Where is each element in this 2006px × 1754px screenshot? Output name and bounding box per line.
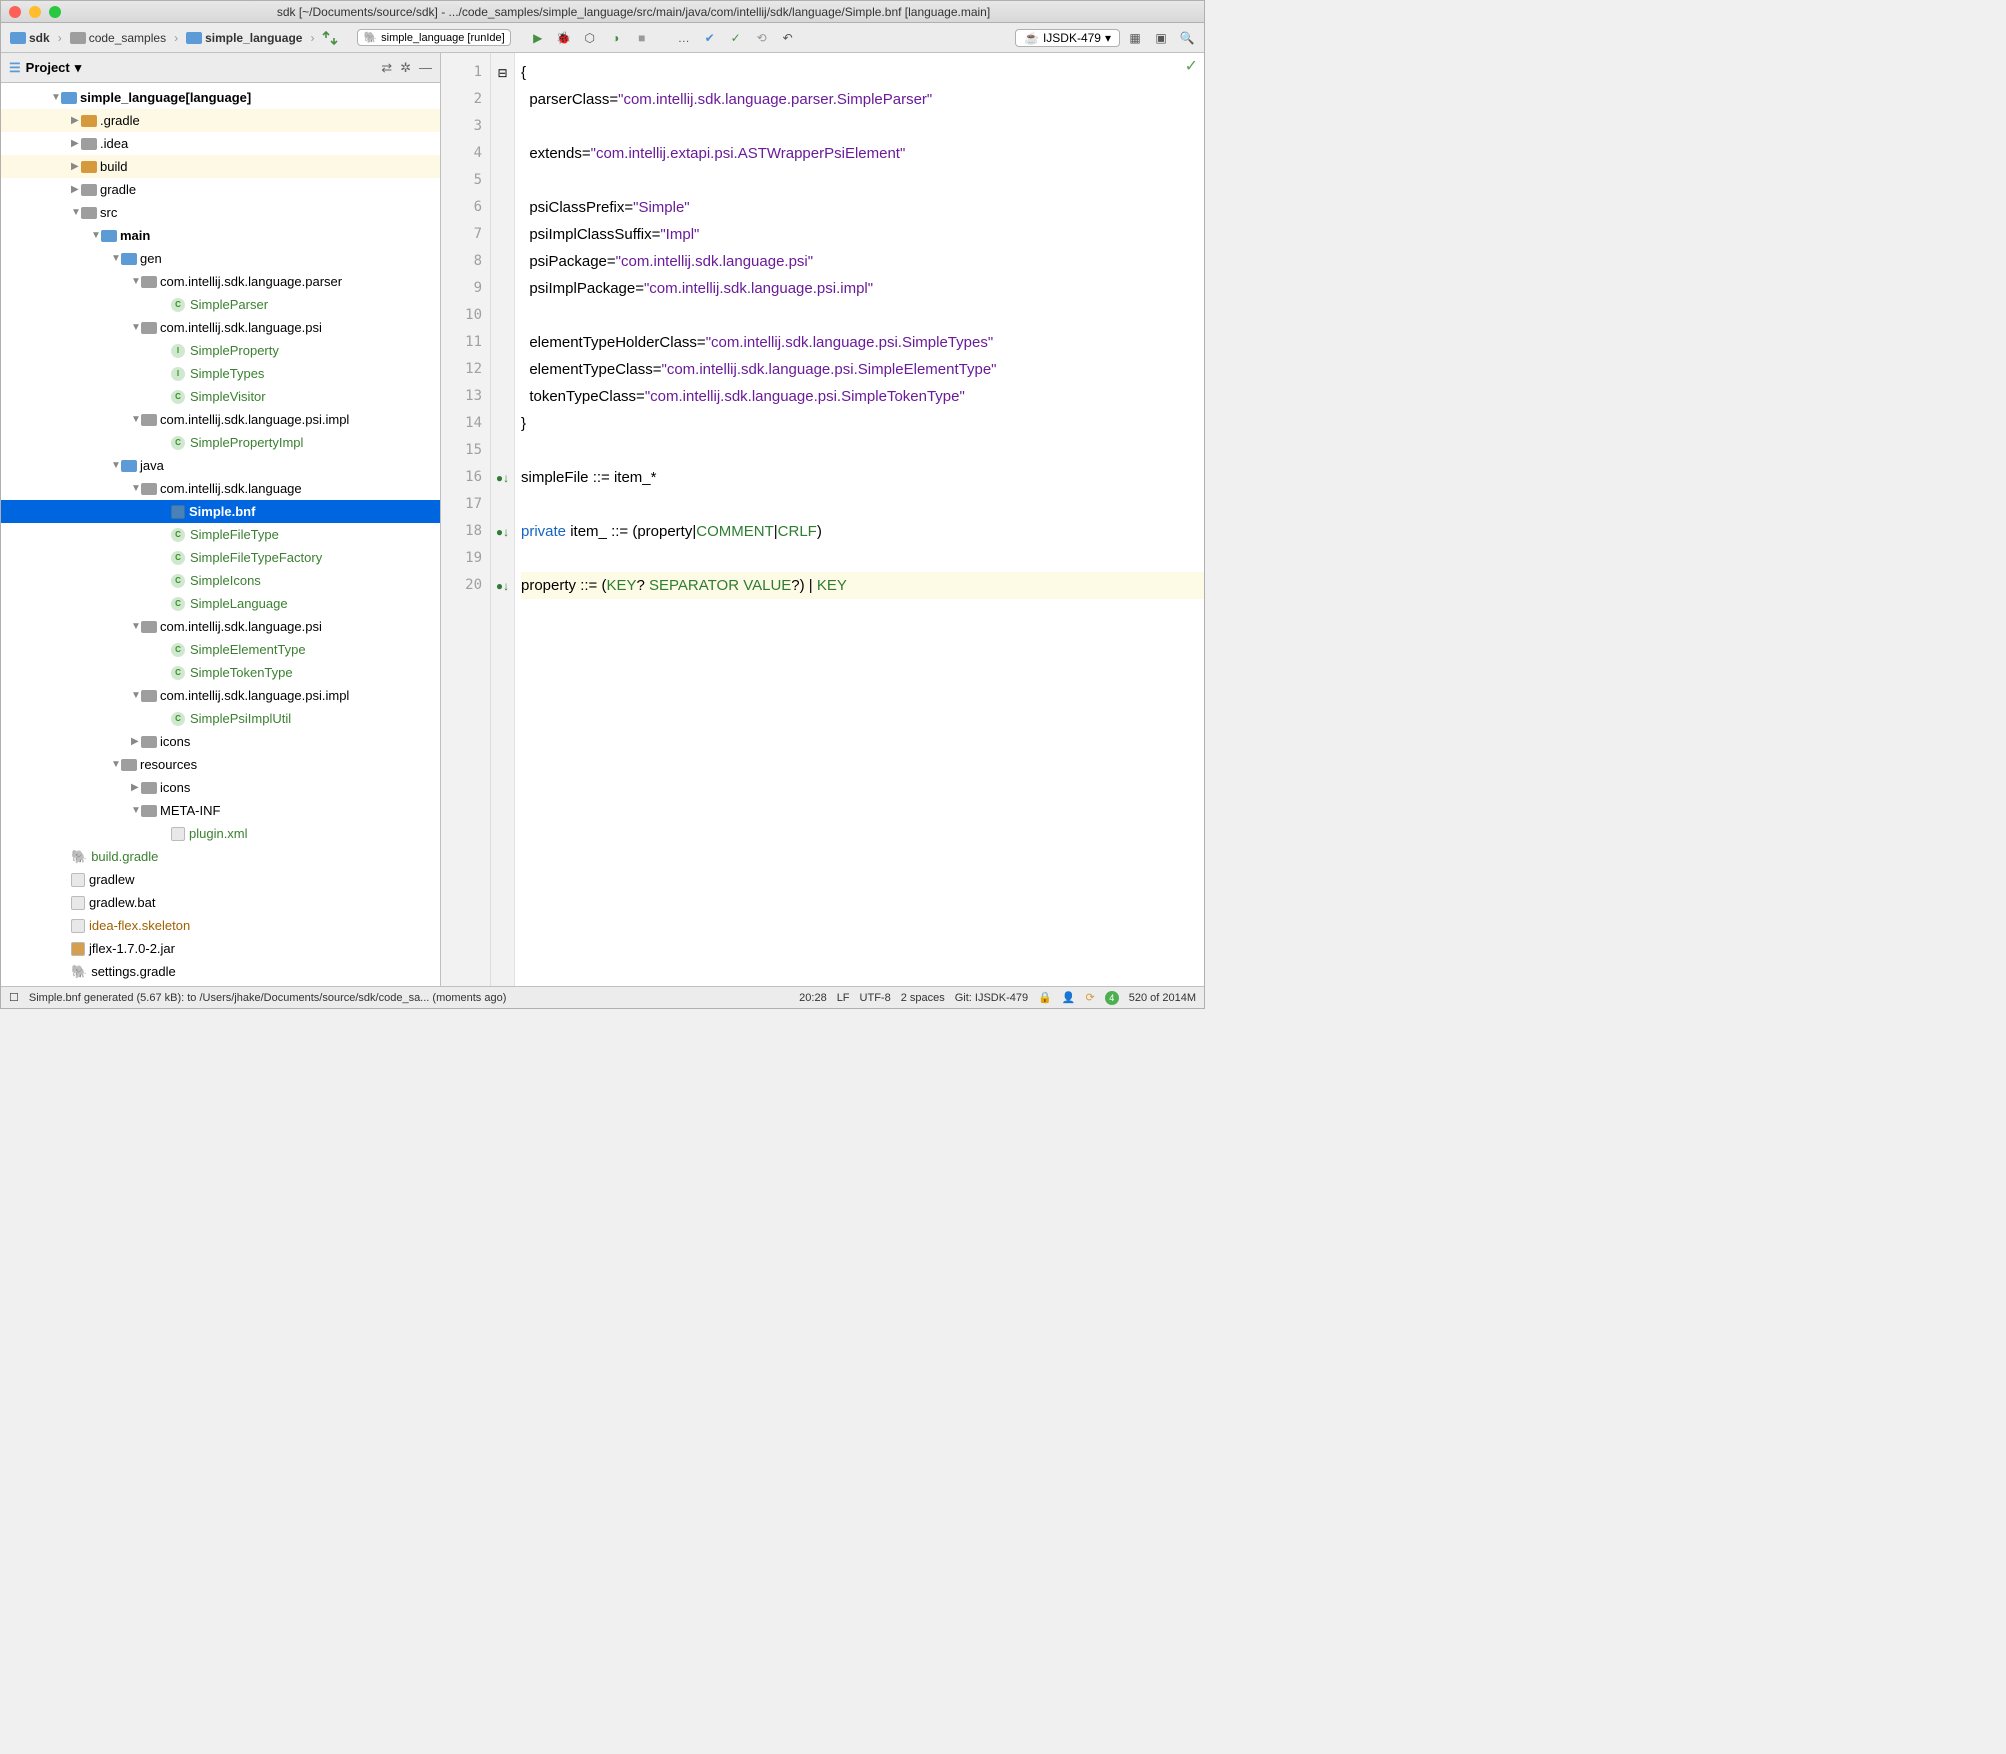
tree-idea[interactable]: ▶.idea <box>1 132 440 155</box>
tree-simple-types[interactable]: ISimpleTypes <box>1 362 440 385</box>
tree-java[interactable]: ▼java <box>1 454 440 477</box>
tree-gradlew[interactable]: gradlew <box>1 868 440 891</box>
tree-gradle2[interactable]: ▶gradle <box>1 178 440 201</box>
tree-gradlew-bat[interactable]: gradlew.bat <box>1 891 440 914</box>
line-separator[interactable]: LF <box>837 992 850 1004</box>
indent-setting[interactable]: 2 spaces <box>901 992 945 1004</box>
breadcrumb-sdk[interactable]: sdk <box>7 31 53 45</box>
tree-settings-gradle[interactable]: 🐘settings.gradle <box>1 960 440 983</box>
tree-main[interactable]: ▼main <box>1 224 440 247</box>
tree-pkg-lang[interactable]: ▼com.intellij.sdk.language <box>1 477 440 500</box>
tree-pkg-psi-impl[interactable]: ▼com.intellij.sdk.language.psi.impl <box>1 408 440 431</box>
gutter-icons: ⊟ ●↓●↓●↓ <box>491 53 515 986</box>
project-tool-header[interactable]: ☰Project ▾ ⇄ ✲ — <box>1 53 440 83</box>
inspection-ok-icon[interactable]: ✓ <box>1185 56 1198 76</box>
tree-root[interactable]: ▼simple_language [language] <box>1 86 440 109</box>
zoom-button[interactable] <box>49 6 61 18</box>
revert-button[interactable]: ↶ <box>777 27 799 49</box>
inspector-icon[interactable]: 👤 <box>1062 991 1076 1004</box>
tree-simple-bnf[interactable]: Simple.bnf <box>1 500 440 523</box>
status-box-icon[interactable]: ☐ <box>9 991 19 1004</box>
update-button[interactable]: ✔ <box>699 27 721 49</box>
notifications-icon[interactable]: 4 <box>1105 991 1119 1005</box>
tree-simple-property-impl[interactable]: CSimplePropertyImpl <box>1 431 440 454</box>
navigation-bar: sdk › code_samples › simple_language › 🐘… <box>1 23 1204 53</box>
line-number-gutter: 12345 678910 1112131415 1617181920 <box>441 53 491 986</box>
tree-jflex-jar[interactable]: jflex-1.7.0-2.jar <box>1 937 440 960</box>
tree-src[interactable]: ▼src <box>1 201 440 224</box>
lock-icon[interactable]: 🔒 <box>1038 991 1052 1004</box>
tree-resources[interactable]: ▼resources <box>1 753 440 776</box>
close-button[interactable] <box>9 6 21 18</box>
caret-position[interactable]: 20:28 <box>799 992 827 1004</box>
breadcrumb-code-samples[interactable]: code_samples <box>67 31 169 45</box>
tree-simple-psi-impl-util[interactable]: CSimplePsiImplUtil <box>1 707 440 730</box>
memory-indicator[interactable]: 520 of 2014M <box>1129 992 1196 1004</box>
tree-simple-filetype[interactable]: CSimpleFileType <box>1 523 440 546</box>
file-encoding[interactable]: UTF-8 <box>860 992 891 1004</box>
tree-metainf[interactable]: ▼META-INF <box>1 799 440 822</box>
settings-icon[interactable]: ✲ <box>400 60 411 76</box>
tree-build-gradle[interactable]: 🐘build.gradle <box>1 845 440 868</box>
tree-icons[interactable]: ▶icons <box>1 730 440 753</box>
commit-button[interactable]: ✓ <box>725 27 747 49</box>
tree-build[interactable]: ▶build <box>1 155 440 178</box>
tree-simple-token-type[interactable]: CSimpleTokenType <box>1 661 440 684</box>
profile-button[interactable]: ◑ <box>605 27 627 49</box>
chevron-right-icon: › <box>310 31 314 45</box>
chevron-right-icon: › <box>174 31 178 45</box>
tree-simple-property[interactable]: ISimpleProperty <box>1 339 440 362</box>
history-button[interactable]: ⟲ <box>751 27 773 49</box>
tree-icons2[interactable]: ▶icons <box>1 776 440 799</box>
run-tool-button[interactable]: ▣ <box>1150 27 1172 49</box>
jdk-selector[interactable]: ☕IJSDK-479▾ <box>1015 29 1120 47</box>
stop-button[interactable]: ■ <box>631 27 653 49</box>
project-sidebar: ☰Project ▾ ⇄ ✲ — ▼simple_language [langu… <box>1 53 441 986</box>
tree-gen[interactable]: ▼gen <box>1 247 440 270</box>
tree-idea-flex[interactable]: idea-flex.skeleton <box>1 914 440 937</box>
code-editor[interactable]: 12345 678910 1112131415 1617181920 ⊟ ●↓●… <box>441 53 1204 986</box>
tree-pkg-parser[interactable]: ▼com.intellij.sdk.language.parser <box>1 270 440 293</box>
titlebar: sdk [~/Documents/source/sdk] - .../code_… <box>1 1 1204 23</box>
structure-button[interactable]: ▦ <box>1124 27 1146 49</box>
git-branch[interactable]: Git: IJSDK-479 <box>955 992 1028 1004</box>
run-config-selector[interactable]: 🐘simple_language [runIde] <box>357 29 510 46</box>
window-title: sdk [~/Documents/source/sdk] - .../code_… <box>71 5 1196 19</box>
code-area[interactable]: ✓ { parserClass="com.intellij.sdk.langua… <box>515 53 1204 986</box>
status-message: Simple.bnf generated (5.67 kB): to /User… <box>29 992 507 1004</box>
more-icon[interactable]: … <box>673 27 695 49</box>
tree-gradle[interactable]: ▶.gradle <box>1 109 440 132</box>
coverage-button[interactable]: ⬡ <box>579 27 601 49</box>
tree-simple-language[interactable]: CSimpleLanguage <box>1 592 440 615</box>
run-button[interactable]: ▶ <box>527 27 549 49</box>
tree-plugin-xml[interactable]: plugin.xml <box>1 822 440 845</box>
breadcrumb-simple-language[interactable]: simple_language <box>183 31 305 45</box>
sync-icon[interactable] <box>319 27 341 49</box>
search-button[interactable]: 🔍 <box>1176 27 1198 49</box>
tree-simple-filetype-factory[interactable]: CSimpleFileTypeFactory <box>1 546 440 569</box>
hide-icon[interactable]: — <box>419 60 432 76</box>
tree-pkg-lang-psi[interactable]: ▼com.intellij.sdk.language.psi <box>1 615 440 638</box>
tree-pkg-psi[interactable]: ▼com.intellij.sdk.language.psi <box>1 316 440 339</box>
tree-simple-visitor[interactable]: CSimpleVisitor <box>1 385 440 408</box>
debug-button[interactable]: 🐞 <box>553 27 575 49</box>
chevron-right-icon: › <box>58 31 62 45</box>
project-tree[interactable]: ▼simple_language [language] ▶.gradle ▶.i… <box>1 83 440 986</box>
processes-icon[interactable]: ⟳ <box>1086 991 1095 1004</box>
tree-pkg-lang-psi-impl[interactable]: ▼com.intellij.sdk.language.psi.impl <box>1 684 440 707</box>
select-opened-file-icon[interactable]: ⇄ <box>381 60 392 76</box>
minimize-button[interactable] <box>29 6 41 18</box>
tree-simple-icons[interactable]: CSimpleIcons <box>1 569 440 592</box>
tree-simple-parser[interactable]: CSimpleParser <box>1 293 440 316</box>
status-bar: ☐ Simple.bnf generated (5.67 kB): to /Us… <box>1 986 1204 1008</box>
tree-simple-element-type[interactable]: CSimpleElementType <box>1 638 440 661</box>
